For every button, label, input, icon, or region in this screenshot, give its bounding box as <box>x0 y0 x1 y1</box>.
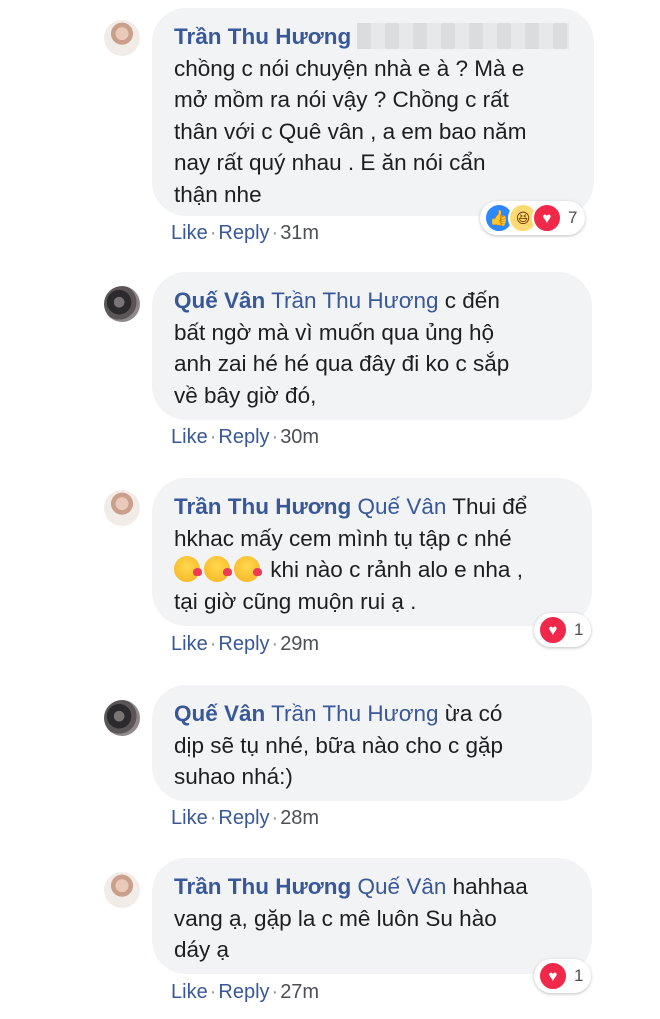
comment-text-line: dịp sẽ tụ nhé, bữa nào cho c gặp <box>174 732 504 758</box>
comment-actions: Like · Reply · 29m <box>171 633 319 656</box>
comment-text-line: hkhac mấy cem mình tụ tập c nhé <box>174 525 512 551</box>
separator-dot: · <box>209 222 217 244</box>
reactions-summary[interactable]: ♥ 1 <box>534 959 592 993</box>
separator-dot: · <box>209 633 217 655</box>
mention-tag[interactable]: Trần Thu Hương <box>271 701 438 726</box>
love-reaction-icon: ♥ <box>538 615 568 645</box>
comment-actions: Like · Reply · 28m <box>171 807 319 830</box>
timestamp[interactable]: 31m <box>280 222 319 244</box>
like-link[interactable]: Like <box>171 981 208 1003</box>
comment-text: c đến <box>444 288 500 313</box>
comment-bubble: Quế Vân Trần Thu Hương c đến bất ngờ mà … <box>152 272 592 420</box>
like-link[interactable]: Like <box>171 807 208 829</box>
comment-actions: Like · Reply · 31m <box>171 222 319 245</box>
comment-text: Thui để <box>452 494 528 519</box>
timestamp[interactable]: 27m <box>280 981 319 1003</box>
comment-text-line: nay rất quý nhau . E ăn nói cẩn <box>174 150 486 175</box>
kiss-emoji-icon <box>234 556 262 582</box>
separator-dot: · <box>209 426 217 448</box>
separator-dot: · <box>209 981 217 1003</box>
kiss-emoji-icon <box>174 556 202 582</box>
like-link[interactable]: Like <box>171 426 208 448</box>
comment-text-line: dáy ạ <box>174 937 230 962</box>
author-name[interactable]: Trần Thu Hương <box>174 494 351 519</box>
separator-dot: · <box>271 426 279 448</box>
separator-dot: · <box>271 981 279 1003</box>
reaction-count: 1 <box>574 966 584 985</box>
comment-actions: Like · Reply · 27m <box>171 981 319 1004</box>
like-link[interactable]: Like <box>171 633 208 655</box>
avatar[interactable] <box>104 700 140 736</box>
comment-actions: Like · Reply · 30m <box>171 426 319 449</box>
comment-text-line: về bây giờ đó, <box>174 382 317 408</box>
mention-tag[interactable]: Quế Vân <box>358 494 447 519</box>
love-reaction-icon: ♥ <box>538 961 568 991</box>
author-name[interactable]: Trần Thu Hương <box>174 24 351 49</box>
comment-text-line: tại giờ cũng muộn rui ạ . <box>174 588 417 614</box>
timestamp[interactable]: 30m <box>280 426 319 448</box>
blurred-text <box>357 23 570 49</box>
comment-bubble: Trần Thu Hương Quế Vân hahhaa vang ạ, gặ… <box>152 858 592 974</box>
comment-text-line: chồng c nói chuyện nhà e à ? Mà e <box>174 55 525 81</box>
comment-bubble: Trần Thu Hương Quế Vân Thui để hkhac mấy… <box>152 478 592 626</box>
comment-text-line: bất ngờ mà vì muốn qua ủng hộ <box>174 319 494 345</box>
comment-text: ừa có <box>444 701 503 726</box>
like-link[interactable]: Like <box>171 222 208 244</box>
timestamp[interactable]: 29m <box>280 633 319 655</box>
comment-text: hahhaa <box>452 874 528 899</box>
reactions-summary[interactable]: ♥ 1 <box>534 613 592 647</box>
avatar[interactable] <box>104 872 140 908</box>
mention-tag[interactable]: Quế Vân <box>358 874 447 899</box>
kiss-emoji-icon <box>204 556 232 582</box>
reply-link[interactable]: Reply <box>218 222 269 244</box>
avatar[interactable] <box>104 286 140 322</box>
timestamp[interactable]: 28m <box>280 807 319 829</box>
reaction-count: 1 <box>574 620 584 639</box>
separator-dot: · <box>271 222 279 244</box>
separator-dot: · <box>271 807 279 829</box>
separator-dot: · <box>271 633 279 655</box>
comment-bubble: Quế Vân Trần Thu Hương ừa có dịp sẽ tụ n… <box>152 685 592 801</box>
reactions-summary[interactable]: 👍 😆 ♥ 7 <box>480 201 586 235</box>
reply-link[interactable]: Reply <box>218 981 269 1003</box>
reply-link[interactable]: Reply <box>218 426 269 448</box>
comment-text-line: anh zai hé hé qua đây đi ko c sắp <box>174 351 510 376</box>
comment-text-line: khi nào c rảnh alo e nha , <box>270 557 523 582</box>
author-name[interactable]: Trần Thu Hương <box>174 874 351 899</box>
author-name[interactable]: Quế Vân <box>174 288 265 313</box>
comment-bubble: Trần Thu Hương chồng c nói chuyện nhà e … <box>152 8 594 216</box>
comment-text-line: vang ạ, gặp la c mê luôn Su hào <box>174 905 497 931</box>
reply-link[interactable]: Reply <box>218 807 269 829</box>
mention-tag[interactable]: Trần Thu Hương <box>271 288 438 313</box>
author-name[interactable]: Quế Vân <box>174 701 265 726</box>
love-reaction-icon: ♥ <box>532 203 562 233</box>
comment-text-line: mở mồm ra nói vậy ? Chồng c rất <box>174 87 509 112</box>
separator-dot: · <box>209 807 217 829</box>
reaction-count: 7 <box>568 208 578 227</box>
avatar[interactable] <box>104 20 140 56</box>
avatar[interactable] <box>104 490 140 526</box>
comment-text-line: thân với c Quê vân , a em bao năm <box>174 118 527 144</box>
comment-text-line: suhao nhá:) <box>174 764 293 789</box>
comment-text-row: khi nào c rảnh alo e nha , <box>174 554 570 586</box>
reply-link[interactable]: Reply <box>218 633 269 655</box>
